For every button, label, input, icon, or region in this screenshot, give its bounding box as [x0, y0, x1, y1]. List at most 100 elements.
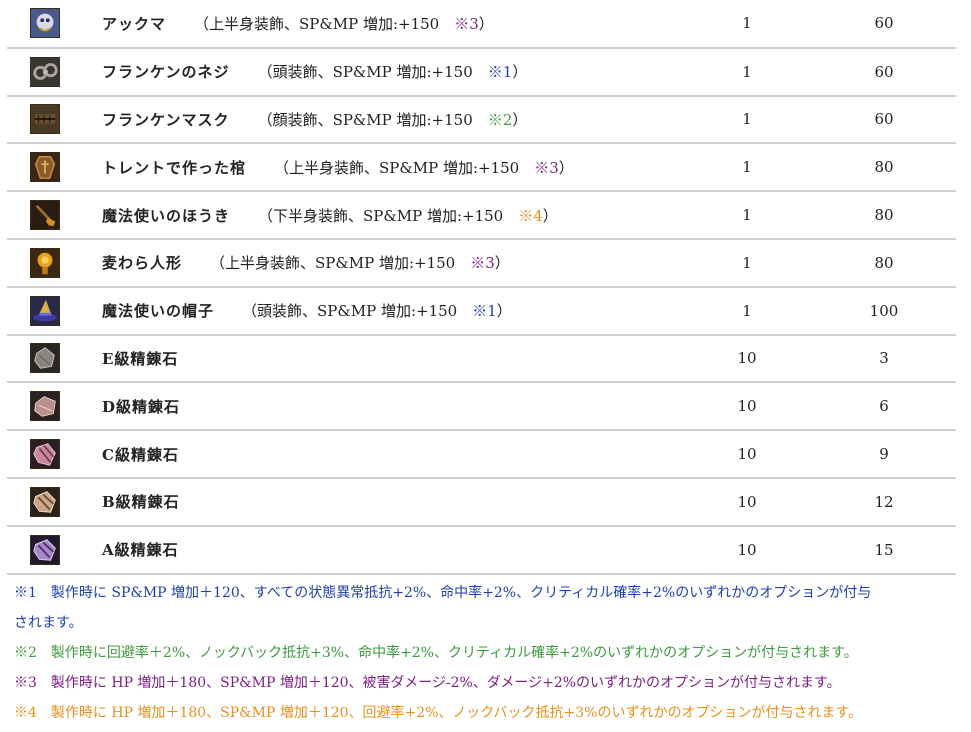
- price-cell: 60: [812, 0, 956, 49]
- d-refining-stone-icon: [29, 391, 60, 422]
- footnote-3: ※3 製作時に HP 増加＋180、SP&MP 増加＋120、被害ダメージ-2%…: [14, 675, 841, 691]
- straw-doll-icon: [29, 247, 60, 278]
- icon-cell: [7, 525, 82, 575]
- frankenstein-mask-icon: [29, 104, 60, 135]
- icon-cell: [7, 0, 82, 49]
- witch-broom-icon: [29, 200, 60, 231]
- price-cell: 80: [812, 143, 956, 193]
- footnote-1: ※1 製作時に SP&MP 増加＋120、すべての状態異常抵抗+2%、命中率+2…: [14, 578, 934, 638]
- item-name: 麦わら人形: [102, 254, 183, 273]
- table-row: D級精錬石 10 6: [7, 382, 956, 432]
- price-cell: 60: [812, 47, 956, 97]
- table-row: C級精錬石 10 9: [7, 430, 956, 479]
- footnote-1-line-1: ※1 製作時に SP&MP 増加＋120、すべての状態異常抵抗+2%、命中率+2…: [14, 585, 872, 601]
- name-cell: アックマ （上半身装飾、SP&MP 増加:+150 ※3）: [82, 0, 682, 49]
- icon-cell: [7, 430, 82, 479]
- footnotes: ※1 製作時に SP&MP 増加＋120、すべての状態異常抵抗+2%、命中率+2…: [14, 578, 934, 728]
- table-row: アックマ （上半身装飾、SP&MP 増加:+150 ※3） 1 60: [7, 0, 956, 49]
- quantity-cell: 10: [682, 430, 812, 479]
- note-mark: ※2: [487, 110, 513, 129]
- quantity-cell: 1: [682, 238, 812, 288]
- icon-cell: [7, 95, 82, 145]
- e-refining-stone-icon: [29, 343, 60, 374]
- price-cell: 100: [812, 286, 956, 336]
- detail-close: ）: [478, 14, 494, 33]
- table-row: トレントで作った棺 （上半身装飾、SP&MP 増加:+150 ※3） 1 80: [7, 143, 956, 193]
- name-cell: D級精錬石: [82, 382, 682, 432]
- item-name: フランケンマスク: [102, 110, 230, 129]
- footnote-1-line-2: されます。: [14, 615, 83, 631]
- quantity-cell: 10: [682, 334, 812, 384]
- c-refining-stone-icon: [29, 439, 60, 470]
- price-cell: 80: [812, 238, 956, 288]
- akkuma-icon: [29, 8, 60, 39]
- table-row: 魔法使いの帽子 （頭装飾、SP&MP 増加:+150 ※1） 1 100: [7, 286, 956, 336]
- note-mark: ※1: [472, 302, 497, 321]
- note-mark: ※1: [487, 63, 513, 82]
- item-name: E級精錬石: [102, 349, 179, 368]
- detail-close: ）: [512, 63, 528, 82]
- item-detail: （上半身装飾、SP&MP 増加:+150: [274, 158, 520, 177]
- item-name: C級精錬石: [102, 445, 179, 464]
- price-cell: 6: [812, 382, 956, 432]
- detail-close: ）: [512, 110, 528, 129]
- item-name: B級精錬石: [102, 493, 180, 512]
- price-cell: 12: [812, 477, 956, 527]
- quantity-cell: 1: [682, 95, 812, 145]
- note-mark: ※3: [454, 14, 479, 33]
- quantity-cell: 1: [682, 191, 812, 240]
- name-cell: E級精錬石: [82, 334, 682, 384]
- name-cell: B級精錬石: [82, 477, 682, 527]
- price-cell: 3: [812, 334, 956, 384]
- detail-close: ）: [496, 302, 512, 321]
- quantity-cell: 1: [682, 0, 812, 49]
- quantity-cell: 1: [682, 47, 812, 97]
- quantity-cell: 10: [682, 477, 812, 527]
- icon-cell: [7, 286, 82, 336]
- detail-close: ）: [558, 158, 574, 177]
- name-cell: トレントで作った棺 （上半身装飾、SP&MP 増加:+150 ※3）: [82, 143, 682, 193]
- price-cell: 9: [812, 430, 956, 479]
- item-detail: （頭装飾、SP&MP 増加:+150: [257, 63, 473, 82]
- note-mark: ※3: [470, 254, 495, 273]
- note-mark: ※3: [534, 158, 559, 177]
- name-cell: フランケンのネジ （頭装飾、SP&MP 増加:+150 ※1）: [82, 47, 682, 97]
- name-cell: A級精錬石: [82, 525, 682, 575]
- icon-cell: [7, 143, 82, 193]
- item-name: アックマ: [102, 14, 167, 33]
- icon-cell: [7, 238, 82, 288]
- name-cell: C級精錬石: [82, 430, 682, 479]
- item-detail: （上半身装飾、SP&MP 増加:+150: [194, 14, 440, 33]
- item-name: 魔法使いのほうき: [102, 206, 231, 225]
- item-name: A級精錬石: [102, 541, 179, 560]
- table-row: B級精錬石 10 12: [7, 477, 956, 527]
- note-mark: ※4: [518, 206, 543, 225]
- quantity-cell: 10: [682, 382, 812, 432]
- name-cell: 麦わら人形 （上半身装飾、SP&MP 増加:+150 ※3）: [82, 238, 682, 288]
- detail-close: ）: [542, 206, 558, 225]
- icon-cell: [7, 191, 82, 240]
- icon-cell: [7, 47, 82, 97]
- item-name: D級精錬石: [102, 397, 181, 416]
- item-name: 魔法使いの帽子: [102, 302, 215, 321]
- item-detail: （下半身装飾、SP&MP 増加:+150: [258, 206, 504, 225]
- item-name: フランケンのネジ: [102, 63, 230, 82]
- table-row: E級精錬石 10 3: [7, 334, 956, 384]
- quantity-cell: 10: [682, 525, 812, 575]
- item-table: アックマ （上半身装飾、SP&MP 増加:+150 ※3） 1 60 フランケンの…: [7, 0, 956, 575]
- price-cell: 15: [812, 525, 956, 575]
- price-cell: 60: [812, 95, 956, 145]
- table-row: 魔法使いのほうき （下半身装飾、SP&MP 増加:+150 ※4） 1 80: [7, 191, 956, 240]
- table-row: 麦わら人形 （上半身装飾、SP&MP 増加:+150 ※3） 1 80: [7, 238, 956, 288]
- footnote-2: ※2 製作時に回避率＋2%、ノックバック抵抗+3%、命中率+2%、クリティカル確…: [14, 645, 858, 661]
- a-refining-stone-icon: [29, 534, 60, 565]
- item-detail: （顔装飾、SP&MP 増加:+150: [257, 110, 473, 129]
- quantity-cell: 1: [682, 286, 812, 336]
- name-cell: フランケンマスク （顔装飾、SP&MP 増加:+150 ※2）: [82, 95, 682, 145]
- treant-coffin-icon: [29, 152, 60, 183]
- witch-hat-icon: [29, 295, 60, 326]
- b-refining-stone-icon: [29, 486, 60, 517]
- quantity-cell: 1: [682, 143, 812, 193]
- name-cell: 魔法使いの帽子 （頭装飾、SP&MP 増加:+150 ※1）: [82, 286, 682, 336]
- icon-cell: [7, 334, 82, 384]
